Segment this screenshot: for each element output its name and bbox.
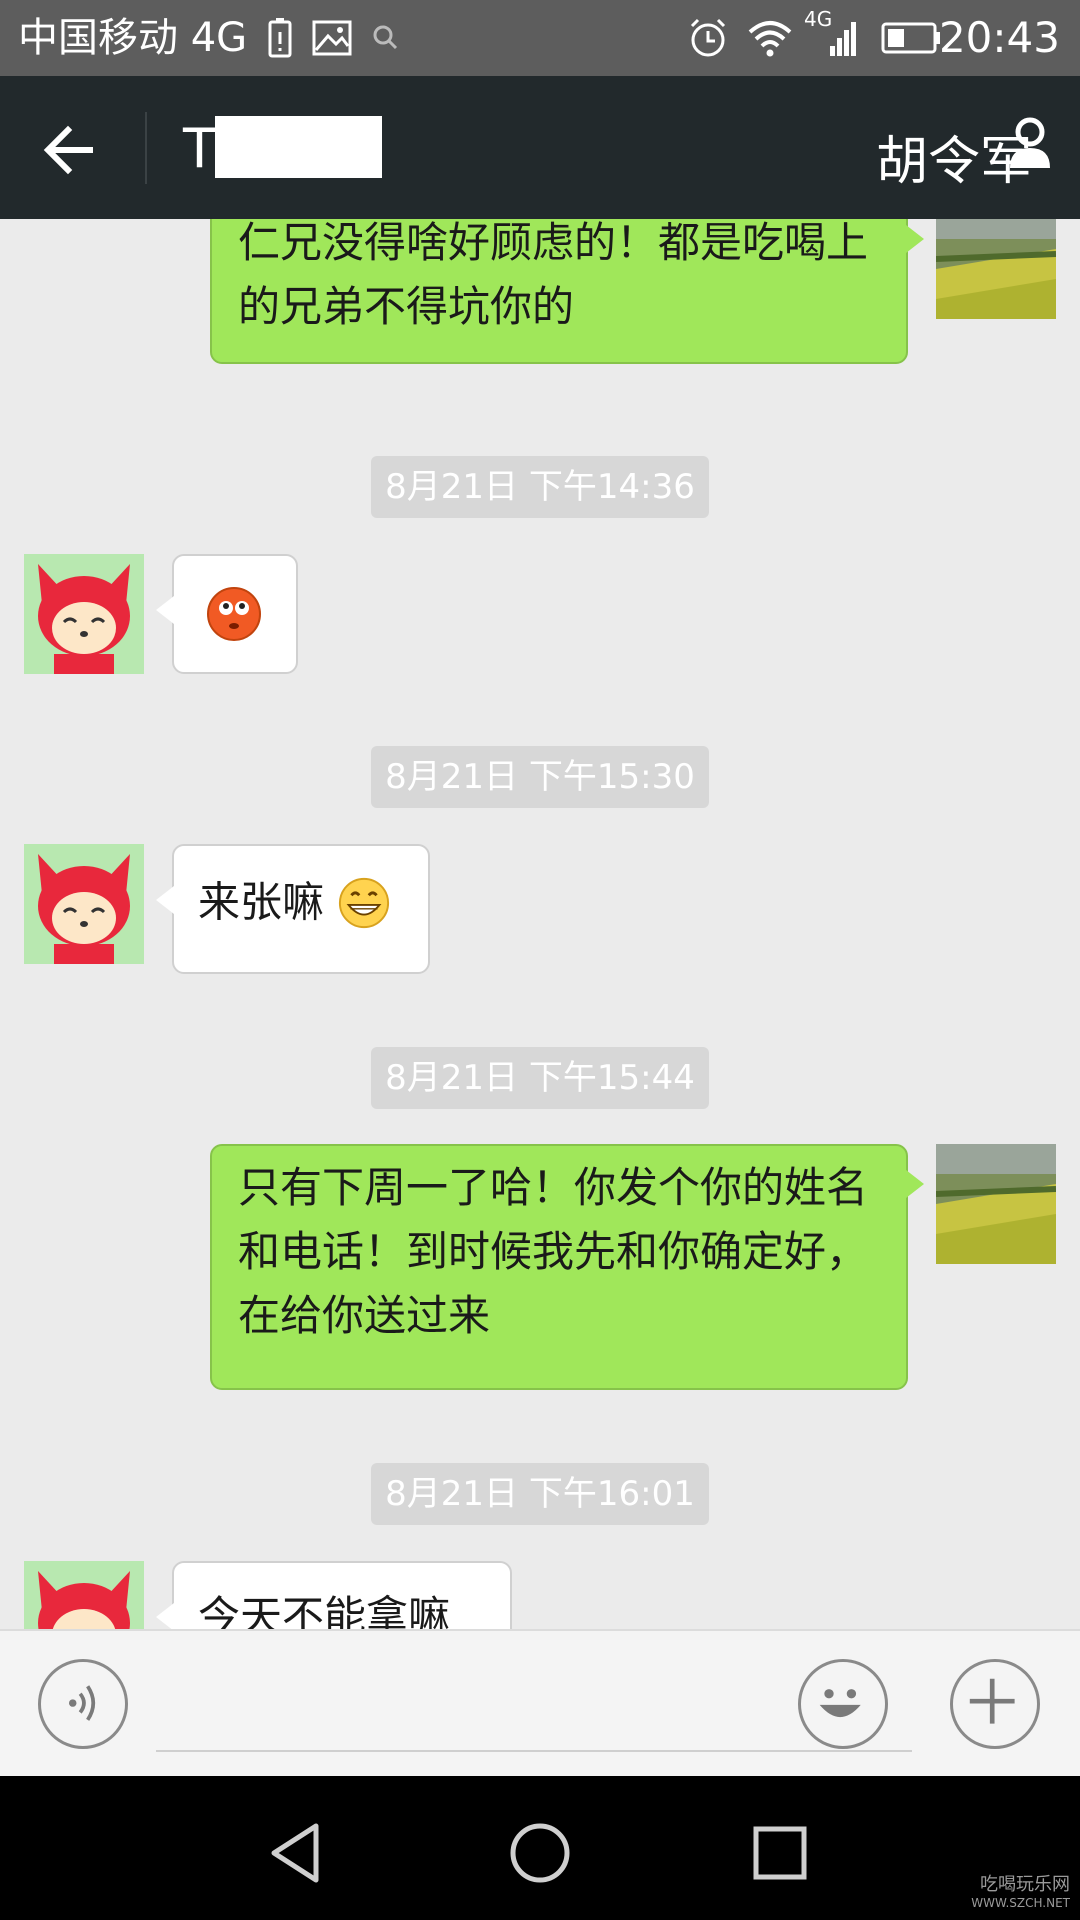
timestamp: 8月21日 下午16:01	[371, 1463, 709, 1525]
incoming-message-bubble[interactable]: 今天不能拿嘛	[156, 1561, 512, 1629]
chat-title: T	[183, 117, 216, 180]
battery-icon	[881, 22, 940, 54]
back-button[interactable]	[30, 110, 110, 190]
cartoon-fox-avatar	[24, 554, 144, 674]
recents-square-icon[interactable]	[735, 1808, 825, 1898]
signal-icon	[830, 22, 856, 56]
timestamp: 8月21日 下午15:44	[371, 1047, 709, 1109]
redacted-title-block	[215, 116, 382, 178]
voice-input-button[interactable]	[38, 1659, 128, 1749]
timestamp-text: 8月21日 下午15:44	[385, 1058, 695, 1098]
plus-icon	[969, 1678, 1015, 1724]
system-navigation-bar: 吃喝玩乐网 WWW.SZCH.NET	[0, 1776, 1080, 1920]
timestamp: 8月21日 下午15:30	[371, 746, 709, 808]
outgoing-message-bubble[interactable]: 只有下周一了哈！你发个你的姓名和电话！到时候我先和你确定好，在给你送过来	[210, 1144, 924, 1390]
clock: 20:43	[938, 13, 1060, 62]
input-underline	[156, 1750, 912, 1752]
wifi-icon	[748, 21, 792, 57]
watermark: 吃喝玩乐网 WWW.SZCH.NET	[971, 1874, 1070, 1910]
incoming-message-bubble[interactable]: 来张嘛	[156, 844, 430, 974]
home-circle-icon[interactable]	[495, 1808, 585, 1898]
contact-avatar[interactable]	[24, 554, 144, 674]
blushing-face-emoji	[207, 587, 261, 641]
my-avatar[interactable]	[936, 1144, 1056, 1264]
header-divider	[145, 112, 147, 184]
image-icon	[312, 20, 352, 56]
chat-header: T 胡令军	[0, 76, 1080, 219]
message-text: 来张嘛	[198, 877, 325, 927]
more-options-button[interactable]	[950, 1659, 1040, 1749]
cartoon-fox-avatar	[24, 1561, 144, 1629]
arrow-left-icon	[43, 125, 93, 175]
back-triangle-icon[interactable]	[252, 1808, 342, 1898]
smiley-icon	[819, 1689, 861, 1718]
landscape-avatar-image	[936, 219, 1056, 319]
contact-avatar[interactable]	[24, 844, 144, 964]
voice-icon	[69, 1685, 96, 1721]
timestamp-text: 8月21日 下午14:36	[385, 467, 695, 507]
search-icon	[373, 25, 398, 50]
carrier-label: 中国移动 4G	[18, 15, 248, 61]
status-bar: 中国移动 4G 4G 20:43	[0, 0, 1080, 76]
message-text: 只有下周一了哈！你发个你的姓名和电话！到时候我先和你确定好，在给你送过来	[238, 1163, 869, 1340]
grinning-face-emoji	[339, 877, 390, 928]
chat-input-bar	[0, 1629, 1080, 1778]
landscape-avatar-image	[936, 1144, 1056, 1264]
outgoing-message-bubble[interactable]: 仁兄没得啥好顾虑的！都是吃喝上的兄弟不得坑你的	[210, 219, 924, 364]
contact-avatar[interactable]	[24, 1561, 144, 1629]
emoji-button[interactable]	[798, 1659, 888, 1749]
timestamp-text: 8月21日 下午15:30	[385, 757, 695, 797]
contact-info-button[interactable]: 胡令军	[832, 112, 1050, 202]
timestamp: 8月21日 下午14:36	[371, 456, 709, 518]
watermark-text: 吃喝玩乐网	[980, 1874, 1070, 1895]
incoming-message-bubble[interactable]	[156, 554, 298, 674]
alarm-icon	[690, 18, 726, 57]
message-list[interactable]: 仁兄没得啥好顾虑的！都是吃喝上的兄弟不得坑你的 8月21日 下午14:36 8月…	[0, 219, 1080, 1629]
message-text: 今天不能拿嘛	[198, 1592, 451, 1629]
person-icon	[1010, 117, 1050, 168]
cartoon-fox-avatar	[24, 844, 144, 964]
battery-alert-icon	[268, 18, 292, 58]
message-text: 仁兄没得啥好顾虑的！都是吃喝上的兄弟不得坑你的	[238, 219, 869, 331]
my-avatar[interactable]	[936, 219, 1056, 319]
timestamp-text: 8月21日 下午16:01	[385, 1474, 695, 1514]
watermark-url: WWW.SZCH.NET	[971, 1896, 1070, 1910]
